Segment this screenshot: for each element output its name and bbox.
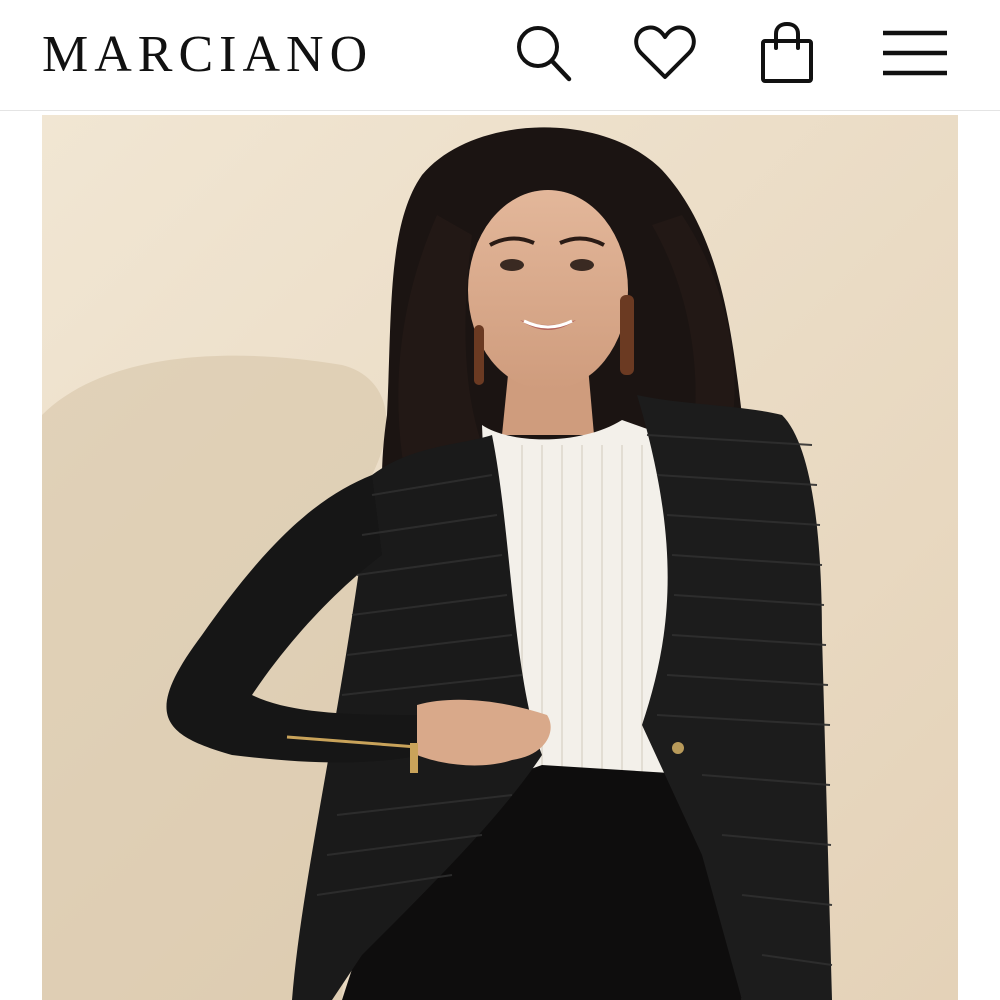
menu-button[interactable] [880, 18, 950, 88]
search-button[interactable] [508, 18, 578, 88]
brand-logo[interactable]: MARCIANO [42, 27, 373, 83]
product-hero-image[interactable] [42, 115, 958, 1000]
model-photo [42, 115, 958, 1000]
hamburger-menu-icon [883, 30, 947, 76]
shopping-bag-icon [761, 21, 813, 83]
heart-icon [634, 25, 696, 79]
search-icon [517, 26, 572, 82]
shopping-bag-button[interactable] [752, 18, 822, 88]
wishlist-button[interactable] [630, 18, 700, 88]
site-header: MARCIANO [0, 0, 1000, 111]
